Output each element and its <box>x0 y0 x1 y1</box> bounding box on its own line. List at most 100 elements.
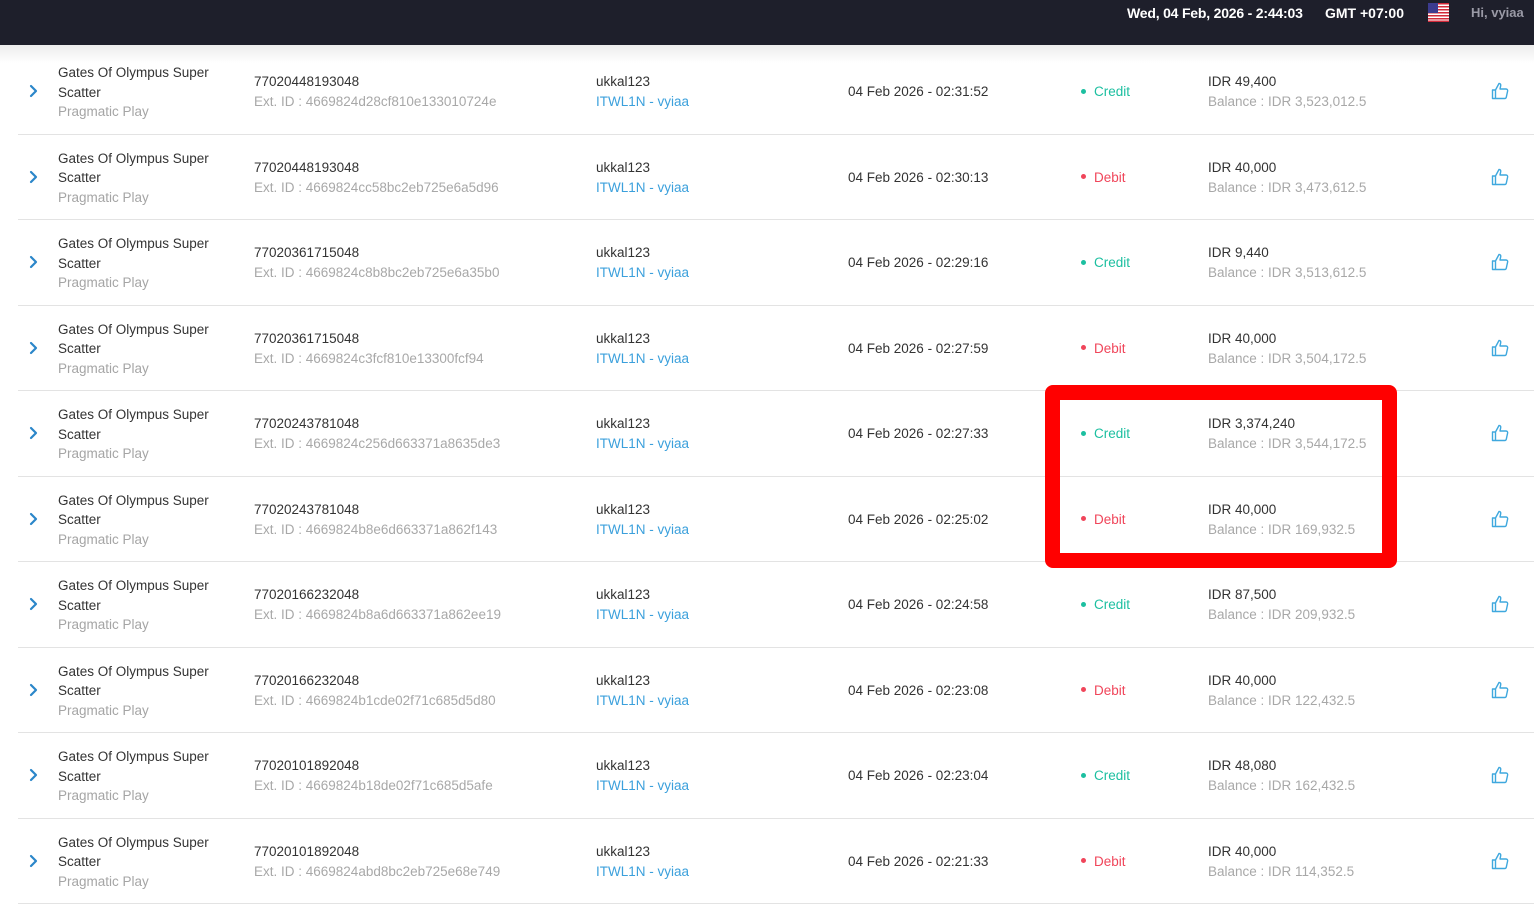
thumbs-up-icon[interactable] <box>1490 338 1510 358</box>
transaction-date: 04 Feb 2026 - 02:23:04 <box>848 768 989 783</box>
transaction-id: 77020101892048 <box>254 843 360 859</box>
chevron-right-icon[interactable] <box>25 425 41 441</box>
thumbs-up-icon[interactable] <box>1490 167 1510 187</box>
transaction-type: Debit <box>1094 682 1126 698</box>
chevron-right-icon[interactable] <box>25 511 41 527</box>
user-cell: ukkal123 ITWL1N - vyiaa <box>596 414 689 454</box>
transaction-type: Debit <box>1094 340 1126 356</box>
agent-link[interactable]: ITWL1N - vyiaa <box>596 178 689 198</box>
thumbs-up-icon[interactable] <box>1490 765 1510 785</box>
agent-link[interactable]: ITWL1N - vyiaa <box>596 862 689 882</box>
transaction-amount: IDR 87,500 <box>1208 587 1277 602</box>
chevron-right-icon[interactable] <box>25 340 41 356</box>
amount-cell: IDR 40,000 Balance : IDR 122,432.5 <box>1208 671 1355 711</box>
game-cell: Gates Of Olympus Super Scatter Pragmatic… <box>58 149 218 208</box>
thumbs-up-icon[interactable] <box>1490 423 1510 443</box>
thumbs-up-icon[interactable] <box>1490 680 1510 700</box>
amount-cell: IDR 40,000 Balance : IDR 3,473,612.5 <box>1208 158 1366 198</box>
transaction-id-cell: 77020166232048 Ext. ID : 4669824b8a6d663… <box>254 585 501 625</box>
balance-after: Balance : IDR 209,932.5 <box>1208 607 1356 622</box>
transaction-date: 04 Feb 2026 - 02:27:33 <box>848 426 989 441</box>
external-id: Ext. ID : 4669824b18de02f71c685d5afe <box>254 778 493 793</box>
thumbs-up-icon[interactable] <box>1490 851 1510 871</box>
transaction-date: 04 Feb 2026 - 02:27:59 <box>848 340 989 356</box>
agent-link[interactable]: ITWL1N - vyiaa <box>596 92 689 112</box>
game-name: Gates Of Olympus Super Scatter <box>58 236 209 271</box>
game-provider: Pragmatic Play <box>58 446 149 461</box>
game-provider: Pragmatic Play <box>58 531 149 547</box>
transaction-date: 04 Feb 2026 - 02:30:13 <box>848 169 989 185</box>
transaction-amount: IDR 3,374,240 <box>1208 416 1296 431</box>
amount-cell: IDR 40,000 Balance : IDR 114,352.5 <box>1208 842 1354 882</box>
transaction-row: Gates Of Olympus Super Scatter Pragmatic… <box>18 648 1534 733</box>
chevron-right-icon[interactable] <box>25 596 41 612</box>
transaction-type-badge: Credit <box>1081 766 1130 786</box>
thumbs-up-icon[interactable] <box>1490 252 1510 272</box>
status-dot <box>1081 430 1086 436</box>
thumbs-up-icon[interactable] <box>1490 81 1510 101</box>
status-dot <box>1081 259 1086 265</box>
username: ukkal123 <box>596 587 651 602</box>
transaction-type-badge: Debit <box>1081 681 1126 701</box>
user-greeting[interactable]: Hi, vyiaa <box>1471 5 1524 20</box>
thumbs-up-icon[interactable] <box>1490 594 1510 614</box>
game-provider: Pragmatic Play <box>58 360 149 376</box>
external-id: Ext. ID : 4669824b1cde02f71c685d5d80 <box>254 692 496 708</box>
agent-link[interactable]: ITWL1N - vyiaa <box>596 263 689 283</box>
chevron-right-icon[interactable] <box>25 169 41 185</box>
transaction-row: Gates Of Olympus Super Scatter Pragmatic… <box>18 733 1534 819</box>
transaction-id: 77020243781048 <box>254 501 360 517</box>
username: ukkal123 <box>596 758 651 773</box>
username: ukkal123 <box>596 416 651 431</box>
chevron-right-icon[interactable] <box>25 83 41 99</box>
transaction-id-cell: 77020243781048 Ext. ID : 4669824c256d663… <box>254 414 500 454</box>
transaction-amount: IDR 49,400 <box>1208 74 1277 89</box>
game-cell: Gates Of Olympus Super Scatter Pragmatic… <box>58 747 218 806</box>
chevron-right-icon[interactable] <box>25 853 41 869</box>
transaction-type-badge: Credit <box>1081 424 1130 444</box>
transaction-date: 04 Feb 2026 - 02:25:02 <box>848 511 989 527</box>
transaction-row: Gates Of Olympus Super Scatter Pragmatic… <box>18 306 1534 391</box>
game-provider: Pragmatic Play <box>58 702 149 718</box>
agent-link[interactable]: ITWL1N - vyiaa <box>596 520 689 540</box>
game-name: Gates Of Olympus Super Scatter <box>58 407 209 442</box>
chevron-right-icon[interactable] <box>25 767 41 783</box>
agent-link[interactable]: ITWL1N - vyiaa <box>596 691 689 711</box>
agent-link[interactable]: ITWL1N - vyiaa <box>596 349 689 369</box>
amount-cell: IDR 87,500 Balance : IDR 209,932.5 <box>1208 585 1355 625</box>
external-id: Ext. ID : 4669824c3fcf810e13300fcf94 <box>254 350 484 366</box>
transaction-type-badge: Credit <box>1081 595 1130 615</box>
user-cell: ukkal123 ITWL1N - vyiaa <box>596 243 689 283</box>
transaction-type-badge: Credit <box>1081 82 1130 102</box>
thumbs-up-icon[interactable] <box>1490 509 1510 529</box>
status-dot <box>1081 687 1086 693</box>
agent-link[interactable]: ITWL1N - vyiaa <box>596 776 689 796</box>
us-flag-icon[interactable] <box>1428 3 1449 22</box>
user-cell: ukkal123 ITWL1N - vyiaa <box>596 585 689 625</box>
username: ukkal123 <box>596 501 651 517</box>
chevron-right-icon[interactable] <box>25 682 41 698</box>
transaction-id: 77020243781048 <box>254 416 360 431</box>
transaction-type: Debit <box>1094 169 1126 185</box>
transaction-date: 04 Feb 2026 - 02:31:52 <box>848 84 989 99</box>
username: ukkal123 <box>596 159 651 175</box>
balance-after: Balance : IDR 162,432.5 <box>1208 778 1356 793</box>
timezone-label: GMT +07:00 <box>1325 5 1404 21</box>
agent-link[interactable]: ITWL1N - vyiaa <box>596 605 689 625</box>
chevron-right-icon[interactable] <box>25 254 41 270</box>
transaction-id-cell: 77020166232048 Ext. ID : 4669824b1cde02f… <box>254 671 496 711</box>
transaction-amount: IDR 40,000 <box>1208 501 1277 517</box>
user-cell: ukkal123 ITWL1N - vyiaa <box>596 72 689 112</box>
status-dot <box>1081 174 1086 180</box>
game-cell: Gates Of Olympus Super Scatter Pragmatic… <box>58 234 218 293</box>
username: ukkal123 <box>596 74 651 89</box>
game-provider: Pragmatic Play <box>58 275 149 290</box>
username: ukkal123 <box>596 672 651 688</box>
transaction-id-cell: 77020361715048 Ext. ID : 4669824c8b8bc2e… <box>254 243 499 283</box>
transaction-amount: IDR 48,080 <box>1208 758 1277 773</box>
external-id: Ext. ID : 4669824b8a6d663371a862ee19 <box>254 607 501 622</box>
game-name: Gates Of Olympus Super Scatter <box>58 749 209 784</box>
status-dot <box>1081 601 1086 607</box>
agent-link[interactable]: ITWL1N - vyiaa <box>596 434 689 454</box>
user-cell: ukkal123 ITWL1N - vyiaa <box>596 329 689 369</box>
